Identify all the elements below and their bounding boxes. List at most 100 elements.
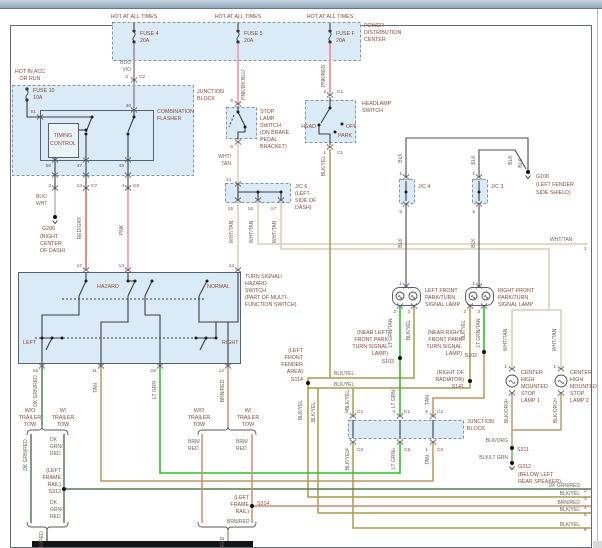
wire-label: LT GRN/TAN xyxy=(388,318,394,347)
component-label: 20A xyxy=(140,38,150,44)
contact-dot xyxy=(85,133,88,136)
wire-label: BLK/YEL xyxy=(560,491,581,497)
component-label: CONTROL xyxy=(50,141,76,147)
component-label: FRONT PARK xyxy=(354,337,388,343)
pin-label: C1 xyxy=(404,409,410,415)
component-label: TURN SIGNAL xyxy=(426,344,462,350)
pin-label: 4 xyxy=(392,409,395,415)
wire-label: WHT/TAN xyxy=(249,220,255,243)
component-label: S141 xyxy=(452,384,464,390)
component-label: LEFT FRONT xyxy=(425,288,458,294)
component-label: (LEFT xyxy=(295,191,310,197)
contact-dot xyxy=(405,191,408,194)
component-label: POWER xyxy=(364,23,384,29)
wire-label: TAN xyxy=(425,395,431,405)
component-label: DISTRIBUTION xyxy=(364,30,402,36)
contact-dot xyxy=(133,116,136,119)
component-label: (RIGHT OF xyxy=(437,370,465,376)
wire-label: BLK xyxy=(471,238,477,248)
contact-dot xyxy=(127,133,130,136)
component-label: TRAILER xyxy=(52,415,75,421)
component-label: (LEFT FENDER xyxy=(536,182,574,188)
component-label: HOT AT ALL TIMES xyxy=(111,14,158,20)
wire-label: BRN/RED xyxy=(557,500,580,506)
component-label: JUNCTION xyxy=(467,419,494,425)
wire-label: WHT/ xyxy=(218,154,231,160)
component-label: SIDE OF xyxy=(295,198,317,204)
bulb-icon xyxy=(555,375,567,387)
wire-label: VIO xyxy=(122,67,131,73)
contact-dot xyxy=(134,280,137,283)
component-label: TIMING xyxy=(54,133,73,139)
contact-dot xyxy=(206,280,209,283)
component-label: FUSE 5 xyxy=(244,31,263,37)
pin-label: C2 xyxy=(357,447,363,453)
wire-label: BLK xyxy=(471,155,477,165)
component-label: (LEFT xyxy=(234,495,249,501)
component-label: STOP xyxy=(260,109,275,115)
component-label: TURN SIGNAL/ xyxy=(245,274,283,280)
wire-label: BLK/YEL xyxy=(345,390,351,411)
component-label: OFF xyxy=(346,124,357,130)
fuse-4-icon xyxy=(132,29,135,32)
pin-label: 2 xyxy=(125,74,128,80)
component-label: W/O xyxy=(25,408,36,414)
component-label: FUNCTION SWITCH) xyxy=(245,302,297,308)
pin-label: 1 xyxy=(323,150,326,156)
pin-label: 5 xyxy=(425,409,428,415)
contact-dot xyxy=(51,337,54,340)
connector-pin-icon xyxy=(327,92,333,97)
component-label: (NEAR LEFT xyxy=(357,330,389,336)
wire-label: BLK/ xyxy=(36,194,47,200)
component-label: PARK xyxy=(338,133,352,139)
pin-label: 14 xyxy=(229,263,235,269)
wire-label: BLK/YEL xyxy=(334,371,355,377)
wire-label: BLK/YEL xyxy=(321,156,327,177)
wire-label: DK xyxy=(50,500,58,506)
wire-label: PNK xyxy=(119,224,125,235)
contact-dot xyxy=(61,337,64,340)
wire-label: BRN/RED xyxy=(220,536,226,548)
component-label: 20A xyxy=(336,38,346,44)
component-label: S312 xyxy=(49,489,61,495)
component-label: RIGHT xyxy=(222,340,239,346)
component-label: J/C 6 xyxy=(295,184,307,190)
component-label: CENTER xyxy=(570,370,592,376)
wire-label: BRN/RED xyxy=(220,379,226,402)
component-label: NORMAL xyxy=(207,284,230,290)
wiring-diagram: HOT AT ALL TIMESHOT AT ALL TIMESHOT AT A… xyxy=(0,0,602,548)
component-label: LAMP 1 xyxy=(521,398,540,404)
contact-dot xyxy=(85,280,88,283)
component-label: S314 xyxy=(257,501,269,507)
pin-label: 13 xyxy=(119,263,125,269)
pin-label: 2 xyxy=(463,309,466,315)
component-label: G100 xyxy=(536,174,549,180)
wire-label: TAN xyxy=(221,161,231,167)
component-label: LAMP) xyxy=(372,351,388,357)
pin-label: C2 xyxy=(437,447,443,453)
component-label: OF DASH) xyxy=(40,248,66,254)
pin-label: C7 xyxy=(91,183,97,189)
component-label: SIDE SHIELD) xyxy=(536,190,571,196)
component-label: (LEFT xyxy=(46,468,61,474)
component-label: S114 xyxy=(291,377,303,383)
pin-label: 1 xyxy=(553,364,556,370)
splice-s311 xyxy=(510,446,514,450)
wire-label: RED xyxy=(188,446,199,452)
component-label: BRACKET) xyxy=(260,144,287,150)
pin-label: 47 xyxy=(77,163,83,169)
wire-label: DK GRN/RED xyxy=(33,375,39,407)
pin-label: 1 xyxy=(399,281,402,287)
scrollbar-corner xyxy=(593,541,602,548)
component-label: FRONT xyxy=(285,355,304,361)
component-label: CENTER xyxy=(364,37,386,43)
component-label: AREA) xyxy=(287,369,303,375)
component-label: S102 xyxy=(465,353,477,359)
component-label: TOW xyxy=(193,422,205,428)
component-label: FRAME xyxy=(42,475,61,481)
component-label: PARK/TURN xyxy=(498,295,528,301)
component-label: FUSE 10 xyxy=(33,88,55,94)
pin-label: 5 xyxy=(399,209,402,215)
component-label: SWITCH xyxy=(260,123,281,129)
contact-dot xyxy=(127,280,130,283)
